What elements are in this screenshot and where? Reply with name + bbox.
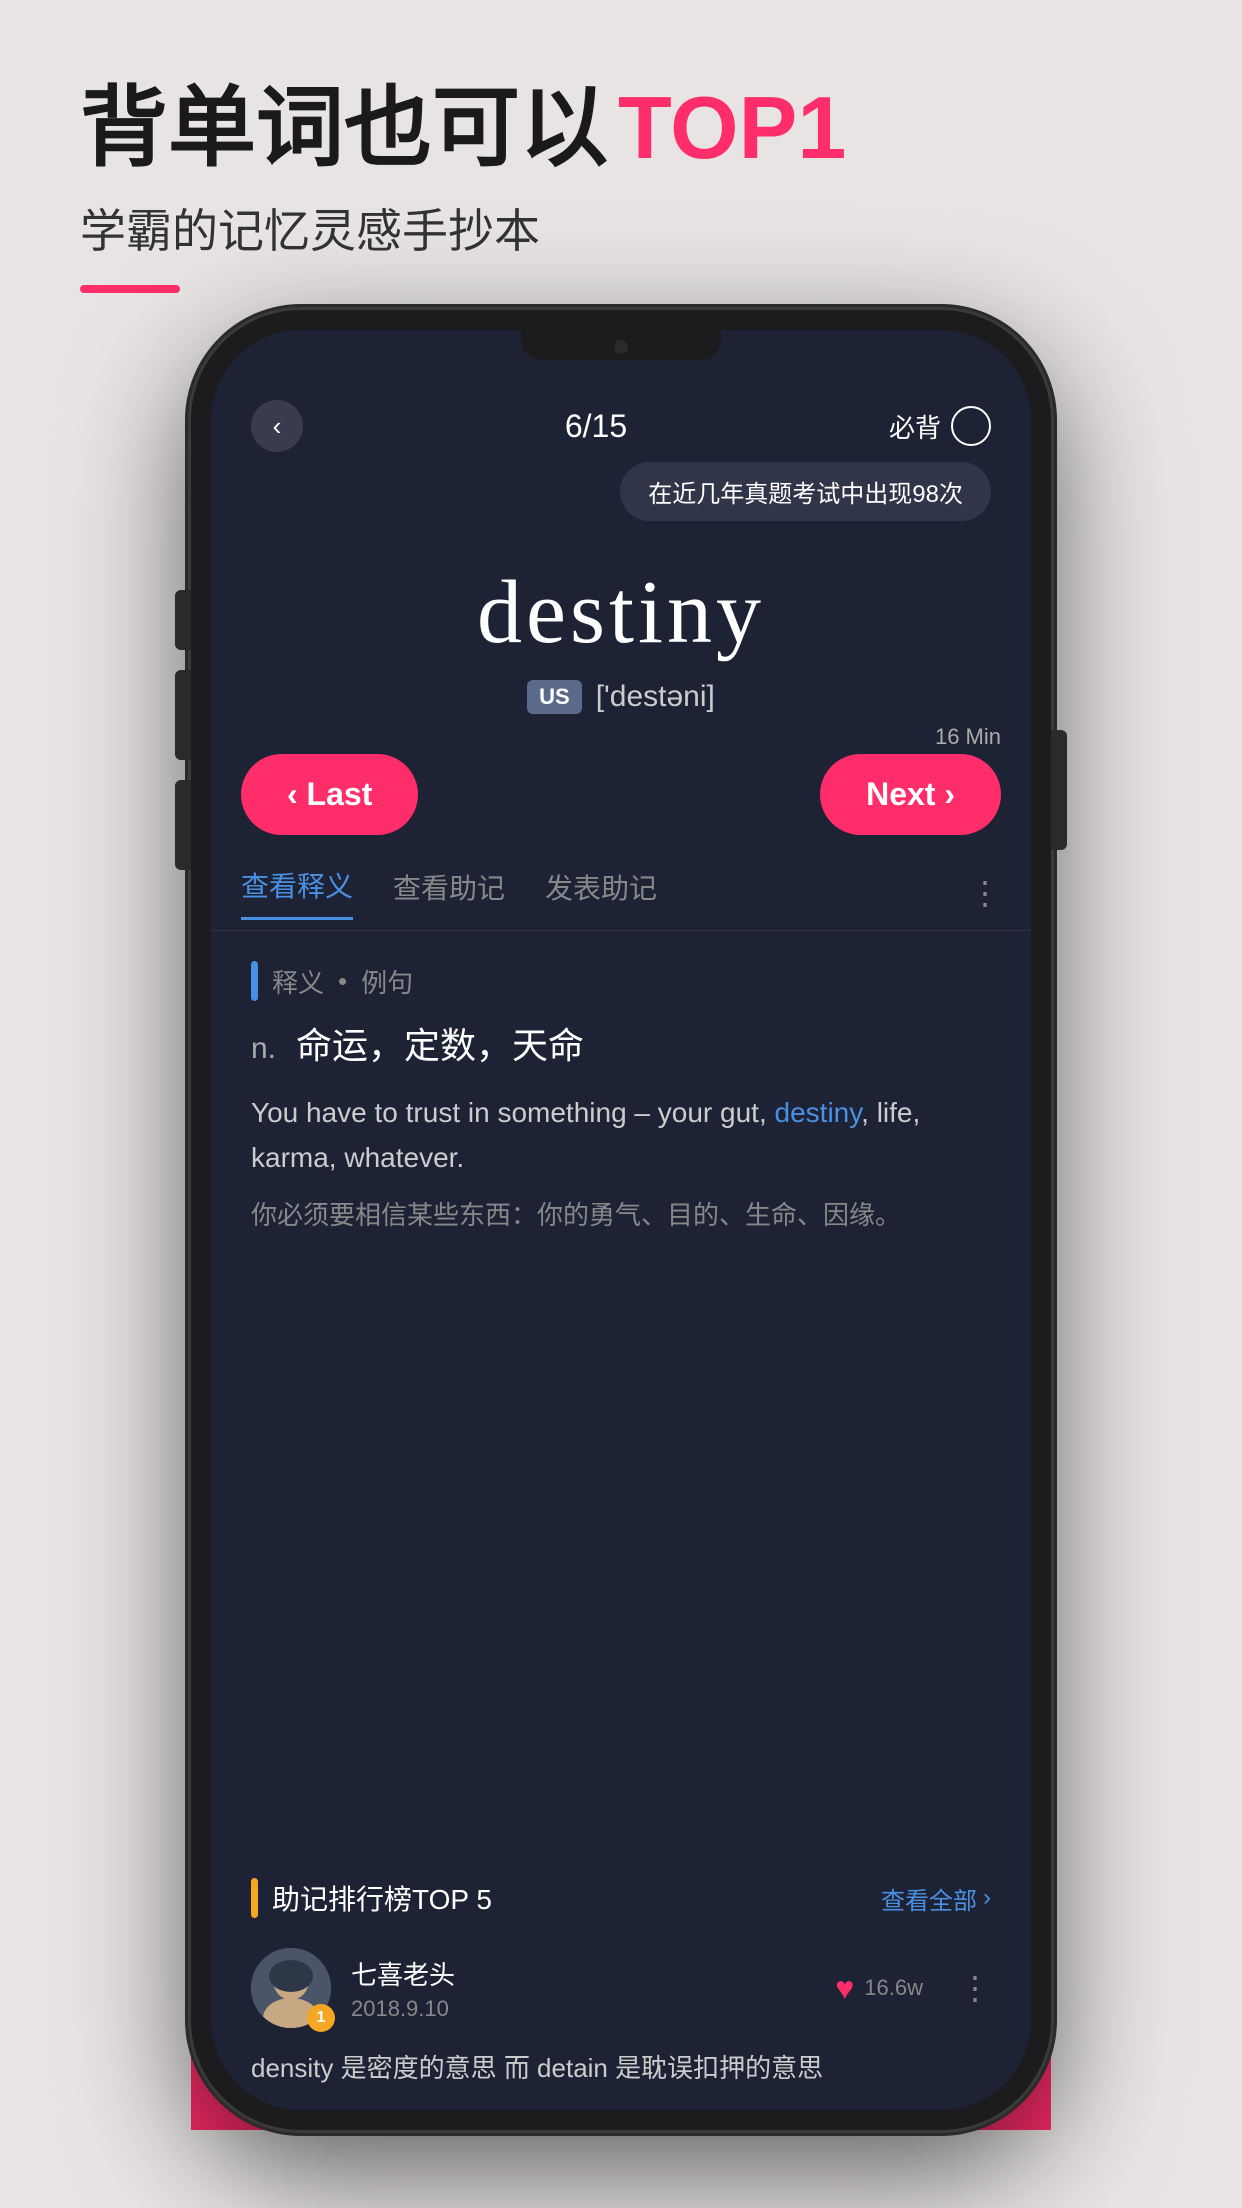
- view-all-button[interactable]: 查看全部 ›: [881, 1881, 991, 1916]
- user-date: 2018.9.10: [351, 1996, 815, 2022]
- definition-area: 释义 • 例句 n. 命运，定数，天命 You have to trust in…: [211, 931, 1031, 1858]
- avatar-wrap: 1: [251, 1948, 331, 2028]
- section-header: 释义 • 例句: [251, 961, 991, 1001]
- tab-mnemonic-post[interactable]: 发表助记: [545, 867, 657, 919]
- headline-part1: 背单词也可以: [80, 80, 608, 177]
- power-button: [1051, 730, 1067, 850]
- word-section: destiny US ['destəni]: [211, 531, 1031, 734]
- like-count: 16.6w: [864, 1975, 923, 2001]
- part-of-speech: n.: [251, 1032, 276, 1065]
- blue-bar-icon: [251, 961, 258, 1001]
- word-display: destiny: [251, 561, 991, 664]
- tab-mnemonic-view-label: 查看助记: [393, 873, 505, 904]
- example-english: You have to trust in something – your gu…: [251, 1091, 991, 1181]
- headline: 背单词也可以 TOP1: [80, 80, 846, 177]
- pronunciation: US ['destəni]: [251, 680, 991, 714]
- yellow-bar-icon: [251, 1878, 258, 1918]
- phonetic: ['destəni]: [596, 680, 715, 714]
- username: 七喜老头: [351, 1955, 815, 1992]
- heart-icon: ♥: [835, 1970, 854, 2007]
- notch: [521, 330, 721, 360]
- chevron-right-icon: ›: [983, 1884, 991, 1912]
- definition-text: 命运，定数，天命: [296, 1025, 584, 1066]
- back-button[interactable]: ‹: [251, 400, 303, 452]
- tooltip-banner: 在近几年真题考试中出现98次: [620, 462, 991, 521]
- header-bar: ‹ 6/15 必背: [211, 380, 1031, 462]
- must-remember-label: 必背: [889, 408, 941, 445]
- headline-part2: TOP1: [618, 80, 846, 177]
- must-remember-area[interactable]: 必背: [889, 406, 991, 446]
- tab-definition-label: 查看释义: [241, 871, 353, 902]
- tab-definition[interactable]: 查看释义: [241, 865, 353, 920]
- camera: [614, 340, 628, 354]
- circle-icon: [951, 406, 991, 446]
- section-title-example: 例句: [361, 963, 413, 1000]
- last-button[interactable]: ‹ Last: [241, 754, 418, 835]
- highlight-destiny: destiny: [775, 1097, 862, 1128]
- next-button[interactable]: Next ›: [820, 754, 1001, 835]
- time-label: 16 Min: [935, 724, 1001, 750]
- pos-definition: n. 命运，定数，天命: [251, 1021, 991, 1071]
- next-button-label: Next ›: [866, 776, 955, 813]
- example-chinese: 你必须要相信某些东西：你的勇气、目的、生命、因缘。: [251, 1195, 991, 1237]
- mnemonic-section: 助记排行榜TOP 5 查看全部 ›: [211, 1858, 1031, 2110]
- like-area[interactable]: ♥ 16.6w: [835, 1970, 923, 2007]
- view-all-label: 查看全部: [881, 1881, 977, 1916]
- volume-up-button: [175, 670, 191, 760]
- nav-buttons: 16 Min ‹ Last Next ›: [211, 734, 1031, 855]
- tab-more-icon[interactable]: ⋮: [969, 874, 1001, 912]
- mnemonic-text: density 是密度的意思 而 detain 是耽误扣押的意思: [251, 2048, 991, 2090]
- phone-screen: ‹ 6/15 必背 在近几年真题考试中出现98次 destiny US ['de…: [211, 330, 1031, 2110]
- mute-button: [175, 590, 191, 650]
- rank-badge: 1: [307, 2004, 335, 2032]
- pink-underline: [80, 285, 180, 293]
- ranking-title: 助记排行榜TOP 5: [272, 1878, 492, 1918]
- subtitle: 学霸的记忆灵感手抄本: [80, 195, 846, 261]
- ranking-header: 助记排行榜TOP 5 查看全部 ›: [251, 1878, 991, 1918]
- volume-down-button: [175, 780, 191, 870]
- last-button-label: ‹ Last: [287, 776, 372, 813]
- more-options-icon[interactable]: ⋮: [959, 1969, 991, 2007]
- phone-wrapper: ‹ 6/15 必背 在近几年真题考试中出现98次 destiny US ['de…: [191, 310, 1051, 2130]
- section-title-definition: 释义: [272, 963, 324, 1000]
- top-text-area: 背单词也可以 TOP1 学霸的记忆灵感手抄本: [80, 80, 846, 293]
- us-badge: US: [527, 680, 582, 714]
- tab-mnemonic-view[interactable]: 查看助记: [393, 867, 505, 919]
- tab-bar: 查看释义 查看助记 发表助记 ⋮: [211, 855, 1031, 931]
- mnemonic-list-item: 1 七喜老头 2018.9.10 ♥: [251, 1938, 991, 2038]
- progress-display: 6/15: [565, 408, 627, 445]
- tab-mnemonic-post-label: 发表助记: [545, 873, 657, 904]
- back-icon: ‹: [273, 411, 282, 442]
- rank-number: 1: [317, 2009, 326, 2027]
- screen-content: ‹ 6/15 必背 在近几年真题考试中出现98次 destiny US ['de…: [211, 330, 1031, 2110]
- user-info: 七喜老头 2018.9.10: [351, 1955, 815, 2022]
- phone-shell: ‹ 6/15 必背 在近几年真题考试中出现98次 destiny US ['de…: [191, 310, 1051, 2130]
